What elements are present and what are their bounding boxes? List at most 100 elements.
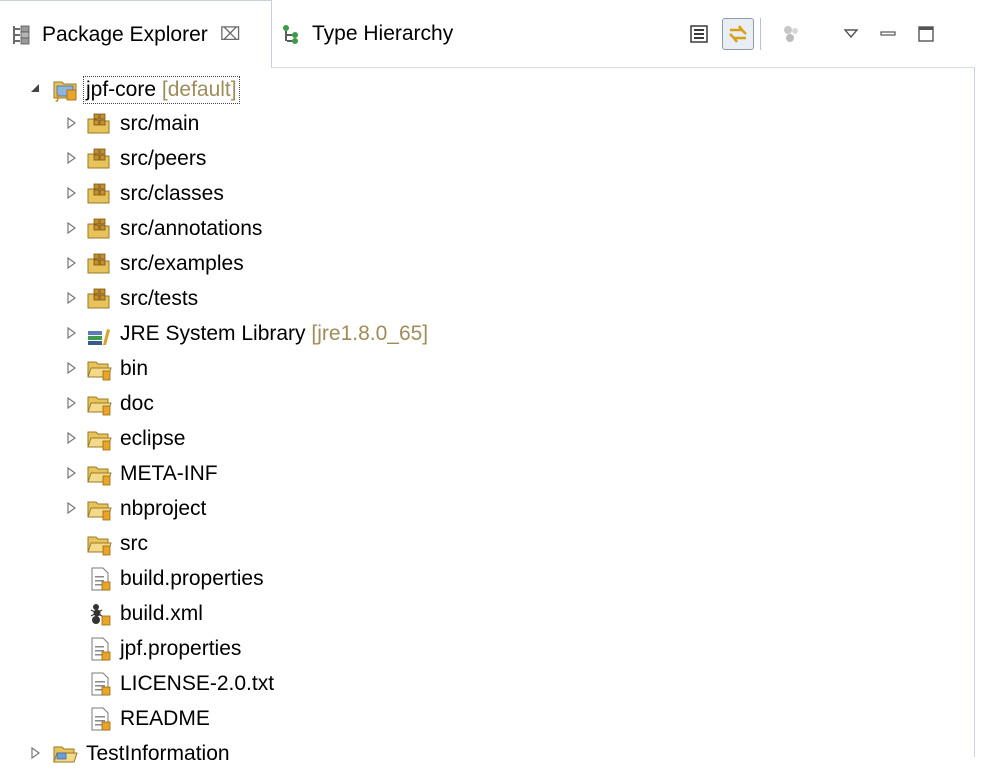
- collapse-all-icon: [690, 25, 708, 43]
- tree-item-label: build.properties: [120, 567, 264, 590]
- tree-item-folder[interactable]: src: [0, 527, 975, 560]
- tree-item-file[interactable]: jpf.properties: [0, 632, 975, 665]
- package-folder-icon: [87, 148, 110, 169]
- tree-item-label: src/peers: [120, 147, 207, 170]
- tree-item-label: src/examples: [120, 252, 244, 275]
- tree-item-source-folder[interactable]: src/main: [0, 107, 975, 140]
- tree-item-folder[interactable]: META-INF: [0, 457, 975, 490]
- text-file-icon: [91, 672, 111, 696]
- maximize-button[interactable]: [910, 18, 942, 50]
- tree-item-label: src/annotations: [120, 217, 263, 240]
- tree-item-library[interactable]: JRE System Library [jre1.8.0_65]: [0, 317, 975, 350]
- tree-item-folder[interactable]: eclipse: [0, 422, 975, 455]
- package-folder-icon: [87, 288, 110, 309]
- tree-item-label: JRE System Library [jre1.8.0_65]: [120, 322, 429, 345]
- ant-file-icon: [90, 604, 111, 626]
- type-hierarchy-icon: [283, 25, 298, 44]
- maximize-icon: [918, 26, 934, 42]
- tree-item-label: src: [120, 532, 148, 555]
- tree-item-decoration: [jre1.8.0_65]: [311, 322, 429, 345]
- tree-item-file[interactable]: README: [0, 702, 975, 735]
- tree-item-source-folder[interactable]: src/annotations: [0, 212, 975, 245]
- collapsed-twisty-icon[interactable]: [64, 396, 78, 410]
- project-folder-icon: [53, 746, 78, 763]
- tree-item-label: jpf.properties: [120, 637, 242, 660]
- tree-item-file[interactable]: build.properties: [0, 562, 975, 595]
- toolbar-separator: [760, 18, 761, 50]
- tree-item-project[interactable]: J jpf-core [default]: [0, 72, 975, 105]
- java-project-icon: J: [53, 81, 77, 102]
- tree-item-label: eclipse: [120, 427, 186, 450]
- chevron-down-icon: [843, 29, 859, 39]
- collapsed-twisty-icon[interactable]: [64, 186, 78, 200]
- tab-label: Package Explorer: [42, 22, 208, 46]
- editor-area-edge: [975, 0, 990, 757]
- tree-item-file[interactable]: build.xml: [0, 597, 975, 630]
- package-folder-icon: [87, 183, 110, 204]
- package-folder-icon: [87, 218, 110, 239]
- properties-file-icon: [91, 567, 111, 591]
- package-explorer-icon: [13, 25, 30, 44]
- tree-item-folder[interactable]: doc: [0, 387, 975, 420]
- folder-icon: [87, 501, 112, 521]
- expanded-twisty-icon[interactable]: [28, 81, 42, 95]
- collapse-all-button[interactable]: [683, 18, 715, 50]
- package-folder-icon: [87, 113, 110, 134]
- svg-text:J: J: [55, 93, 59, 102]
- folder-icon: [87, 466, 112, 486]
- tab-package-explorer[interactable]: Package Explorer ⌧: [0, 0, 272, 68]
- close-tab-icon[interactable]: ⌧: [220, 24, 241, 45]
- tree-item-folder[interactable]: nbproject: [0, 492, 975, 525]
- package-explorer-view: Package Explorer ⌧ Type Hierarchy J jpf-…: [0, 0, 975, 765]
- tree-item-folder[interactable]: bin: [0, 352, 975, 385]
- library-icon: [88, 329, 110, 345]
- tree-item-label: META-INF: [120, 462, 218, 485]
- tab-label: Type Hierarchy: [312, 22, 454, 45]
- collapsed-twisty-icon[interactable]: [64, 221, 78, 235]
- tree-item-label: build.xml: [120, 602, 203, 625]
- tree-item-source-folder[interactable]: src/classes: [0, 177, 975, 210]
- package-folder-icon: [87, 253, 110, 274]
- tree-item-label: nbproject: [120, 497, 207, 520]
- collapsed-twisty-icon[interactable]: [64, 291, 78, 305]
- folder-icon: [87, 536, 112, 556]
- folder-icon: [87, 431, 112, 451]
- folder-icon: [87, 396, 112, 416]
- tree-item-label: src/classes: [120, 182, 224, 205]
- tree-item-label: src/tests: [120, 287, 199, 310]
- tree-item-source-folder[interactable]: src/peers: [0, 142, 975, 175]
- tree-item-label: bin: [120, 357, 149, 380]
- collapsed-twisty-icon[interactable]: [28, 746, 42, 760]
- view-tab-bar: Package Explorer ⌧ Type Hierarchy: [0, 0, 975, 68]
- focus-on-active-task-button[interactable]: [776, 18, 808, 50]
- view-menu-button[interactable]: [835, 18, 867, 50]
- tree-item-label: TestInformation: [86, 742, 230, 765]
- collapsed-twisty-icon[interactable]: [64, 256, 78, 270]
- tree-item-label: doc: [120, 392, 154, 415]
- tree-item-file[interactable]: LICENSE-2.0.txt: [0, 667, 975, 700]
- collapsed-twisty-icon[interactable]: [64, 151, 78, 165]
- focus-task-icon: [784, 26, 798, 42]
- collapsed-twisty-icon[interactable]: [64, 116, 78, 130]
- tree-item-source-folder[interactable]: src/examples: [0, 247, 975, 280]
- collapsed-twisty-icon[interactable]: [64, 361, 78, 375]
- collapsed-twisty-icon[interactable]: [64, 431, 78, 445]
- link-with-editor-icon: [729, 25, 747, 43]
- properties-file-icon: [91, 637, 111, 661]
- minimize-icon: [880, 31, 896, 36]
- minimize-button[interactable]: [872, 18, 904, 50]
- folder-icon: [87, 361, 112, 381]
- tree-item-label: README: [120, 707, 210, 730]
- tree-item-label: LICENSE-2.0.txt: [120, 672, 275, 695]
- collapsed-twisty-icon[interactable]: [64, 326, 78, 340]
- text-file-icon: [91, 707, 111, 731]
- tree-item-project[interactable]: TestInformation: [0, 737, 975, 770]
- tree-item-source-folder[interactable]: src/tests: [0, 282, 975, 315]
- collapsed-twisty-icon[interactable]: [64, 466, 78, 480]
- tree-item-decoration: [default]: [161, 78, 237, 101]
- link-with-editor-button[interactable]: [722, 18, 754, 50]
- tree-item-label: jpf-core [default]: [83, 76, 240, 104]
- tree-item-label: src/main: [120, 112, 200, 135]
- tab-type-hierarchy[interactable]: Type Hierarchy: [280, 0, 540, 68]
- collapsed-twisty-icon[interactable]: [64, 501, 78, 515]
